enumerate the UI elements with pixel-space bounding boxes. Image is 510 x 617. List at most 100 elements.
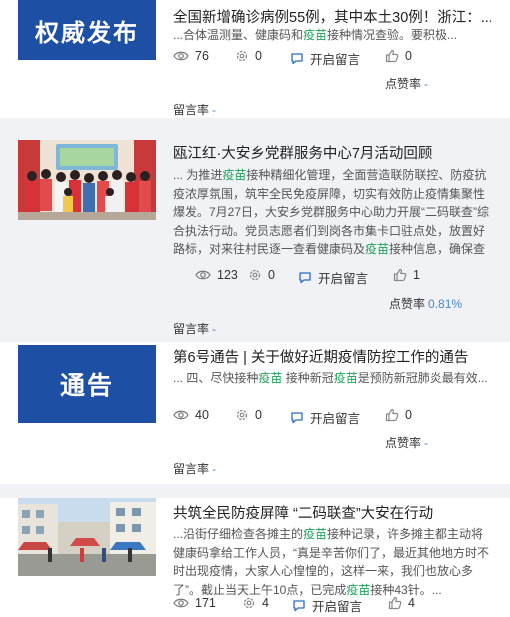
- comment-toggle-label: 开启留言: [310, 53, 361, 67]
- highlight-keyword: 疫苗: [346, 582, 371, 597]
- shares-count: 0: [255, 408, 262, 422]
- article-title[interactable]: 共筑全民防疫屏障 “二码联查”大安在行动: [173, 504, 491, 524]
- excerpt-text: ... 四、尽快接种: [173, 371, 259, 385]
- thumbnail-text: 权威发布: [35, 19, 139, 47]
- article-stats: 171 4 开启留言 4: [173, 596, 503, 616]
- article-card[interactable]: 通告 第6号通告 | 关于做好近期疫情防控工作的通告 ... 四、尽快接种疫苗 …: [0, 342, 510, 484]
- card-separator: [0, 118, 510, 132]
- likes-count: 0: [405, 408, 412, 422]
- highlight-keyword: 疫苗: [303, 28, 328, 42]
- likes-stat: 4: [388, 596, 415, 610]
- thumbs-up-icon: [388, 596, 402, 610]
- share-gear-icon: [236, 409, 248, 421]
- highlight-keyword: 疫苗: [222, 168, 247, 182]
- like-rate-label: 点赞率: [385, 77, 422, 91]
- shares-stat: 0: [248, 268, 275, 282]
- likes-stat: 0: [385, 49, 412, 63]
- like-rate-value: -: [424, 436, 429, 450]
- views-count: 40: [195, 408, 209, 422]
- views-count: 171: [195, 596, 216, 610]
- eye-icon: [173, 410, 189, 420]
- comment-rate-value: -: [212, 103, 217, 117]
- shares-count: 0: [255, 49, 262, 63]
- views-count: 76: [195, 49, 209, 63]
- excerpt-text: ...沿街仔细检查各摊主的: [173, 527, 304, 541]
- excerpt-text: 接种新冠: [282, 371, 334, 385]
- eye-icon: [195, 270, 211, 280]
- article-excerpt: ...合体温测量、健康码和疫苗接种情况查验。要积极...: [173, 26, 491, 45]
- thumbnail-text: 通告: [59, 372, 114, 400]
- comment-bubble-icon: [291, 412, 303, 424]
- like-rate-value: -: [424, 77, 429, 91]
- comment-toggle-label: 开启留言: [318, 272, 369, 286]
- excerpt-text: 接种43针。...: [370, 582, 442, 597]
- excerpt-text: ... 为推进: [173, 168, 223, 182]
- like-rate: 点赞率 -: [385, 75, 428, 92]
- highlight-keyword: 疫苗: [303, 527, 328, 541]
- thumbs-up-icon: [385, 408, 399, 422]
- likes-count: 0: [405, 49, 412, 63]
- comment-toggle[interactable]: 开启留言: [292, 596, 362, 615]
- article-thumbnail[interactable]: [18, 498, 156, 576]
- article-excerpt: ... 四、尽快接种疫苗 接种新冠疫苗是预防新冠肺炎最有效...: [173, 369, 491, 406]
- likes-count: 1: [413, 268, 420, 282]
- comment-rate: 留言率 -: [173, 320, 216, 337]
- comment-bubble-icon: [293, 600, 305, 612]
- comment-toggle-label: 开启留言: [312, 600, 363, 614]
- article-thumbnail[interactable]: 通告: [18, 345, 156, 423]
- like-rate-label: 点赞率: [389, 297, 426, 311]
- article-stats: 76 0 开启留言 0: [173, 49, 503, 69]
- article-title[interactable]: 第6号通告 | 关于做好近期疫情防控工作的通告: [173, 348, 491, 368]
- comment-rate-label: 留言率: [173, 103, 210, 117]
- highlight-keyword: 疫苗: [365, 242, 390, 256]
- shares-stat: 4: [242, 596, 269, 610]
- views-stat: 76: [173, 49, 209, 63]
- article-thumbnail[interactable]: [18, 140, 156, 220]
- card-separator: [0, 484, 510, 498]
- like-rate-value: 0.81%: [428, 297, 463, 311]
- eye-icon: [173, 51, 189, 61]
- comment-rate-label: 留言率: [173, 322, 210, 336]
- views-stat: 123: [195, 268, 238, 282]
- comment-rate: 留言率 -: [173, 101, 216, 118]
- article-title[interactable]: 全国新增确诊病例55例，其中本土30例！浙江：...: [173, 8, 491, 28]
- group-photo-image: [18, 140, 156, 220]
- share-gear-icon: [236, 50, 248, 62]
- excerpt-text: ...合体温测量、健康码和: [173, 28, 304, 42]
- comment-toggle-label: 开启留言: [310, 412, 361, 426]
- article-excerpt: ...沿街仔细检查各摊主的疫苗接种记录，许多摊主都主动将健康码拿给工作人员，“真…: [173, 525, 491, 599]
- highlight-keyword: 疫苗: [258, 371, 283, 385]
- article-card[interactable]: 共筑全民防疫屏障 “二码联查”大安在行动 ...沿街仔细检查各摊主的疫苗接种记录…: [0, 498, 510, 617]
- views-count: 123: [217, 268, 238, 282]
- like-rate-label: 点赞率: [385, 436, 422, 450]
- comment-toggle[interactable]: 开启留言: [290, 408, 360, 427]
- article-card[interactable]: 瓯江红·大安乡党群服务中心7月活动回顾 ... 为推进疫苗接种精细化管理，全面营…: [0, 132, 510, 342]
- comment-rate-value: -: [212, 322, 217, 336]
- article-card[interactable]: 权威发布 全国新增确诊病例55例，其中本土30例！浙江：... ...合体温测量…: [0, 0, 510, 118]
- shares-stat: 0: [235, 49, 262, 63]
- like-rate: 点赞率 -: [385, 434, 428, 451]
- comment-rate-label: 留言率: [173, 462, 210, 476]
- article-title[interactable]: 瓯江红·大安乡党群服务中心7月活动回顾: [173, 144, 491, 164]
- comment-rate-value: -: [212, 462, 217, 476]
- thumbs-up-icon: [385, 49, 399, 63]
- article-thumbnail[interactable]: 权威发布: [18, 0, 156, 60]
- comment-bubble-icon: [291, 53, 303, 65]
- eye-icon: [173, 598, 189, 608]
- article-stats: 40 0 开启留言 0: [173, 408, 503, 428]
- share-gear-icon: [243, 597, 255, 609]
- shares-stat: 0: [235, 408, 262, 422]
- like-rate: 点赞率 0.81%: [389, 295, 462, 312]
- thumbs-up-icon: [393, 268, 407, 282]
- comment-toggle[interactable]: 开启留言: [290, 49, 360, 68]
- article-excerpt: ... 为推进疫苗接种精细化管理，全面营造联防联控、防疫抗疫浓厚氛围，筑牢全民免…: [173, 166, 491, 260]
- shares-count: 0: [268, 268, 275, 282]
- excerpt-text: 是预防新冠肺炎最有效...: [357, 371, 488, 385]
- share-gear-icon: [249, 269, 261, 281]
- article-stats: 123 0 开启留言 1: [173, 268, 503, 288]
- comment-toggle[interactable]: 开启留言: [298, 268, 368, 287]
- views-stat: 40: [173, 408, 209, 422]
- comment-rate: 留言率 -: [173, 460, 216, 477]
- excerpt-text: 接种情况查验。要积极...: [327, 28, 458, 42]
- likes-stat: 0: [385, 408, 412, 422]
